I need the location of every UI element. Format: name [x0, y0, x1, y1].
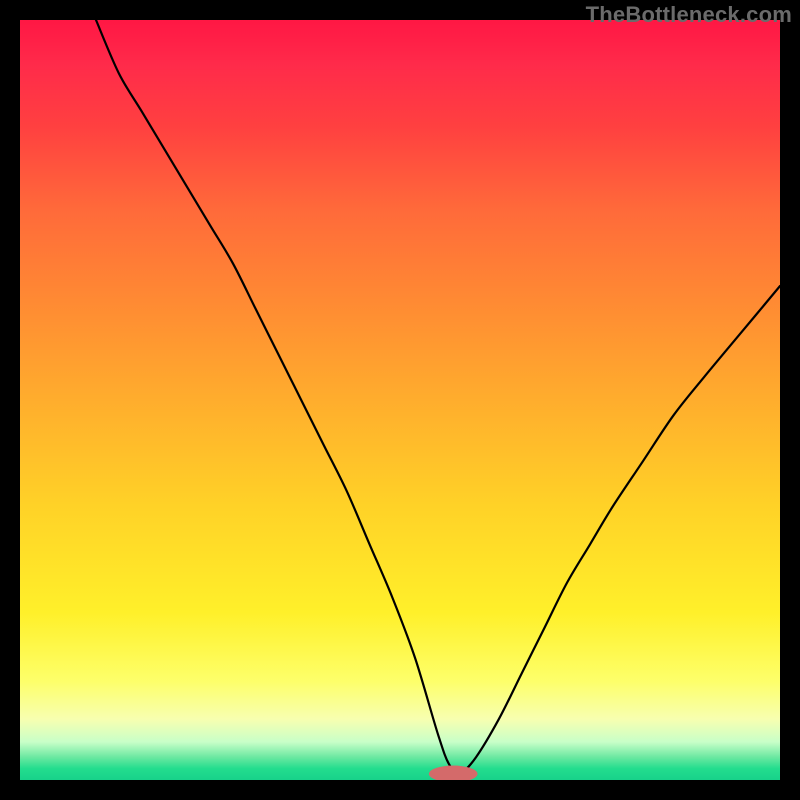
curve-layer — [20, 20, 780, 780]
curve-minimum-marker — [429, 766, 478, 780]
plot-area — [20, 20, 780, 780]
bottleneck-curve — [96, 20, 780, 773]
chart-frame: TheBottleneck.com — [0, 0, 800, 800]
watermark-text: TheBottleneck.com — [586, 2, 792, 28]
